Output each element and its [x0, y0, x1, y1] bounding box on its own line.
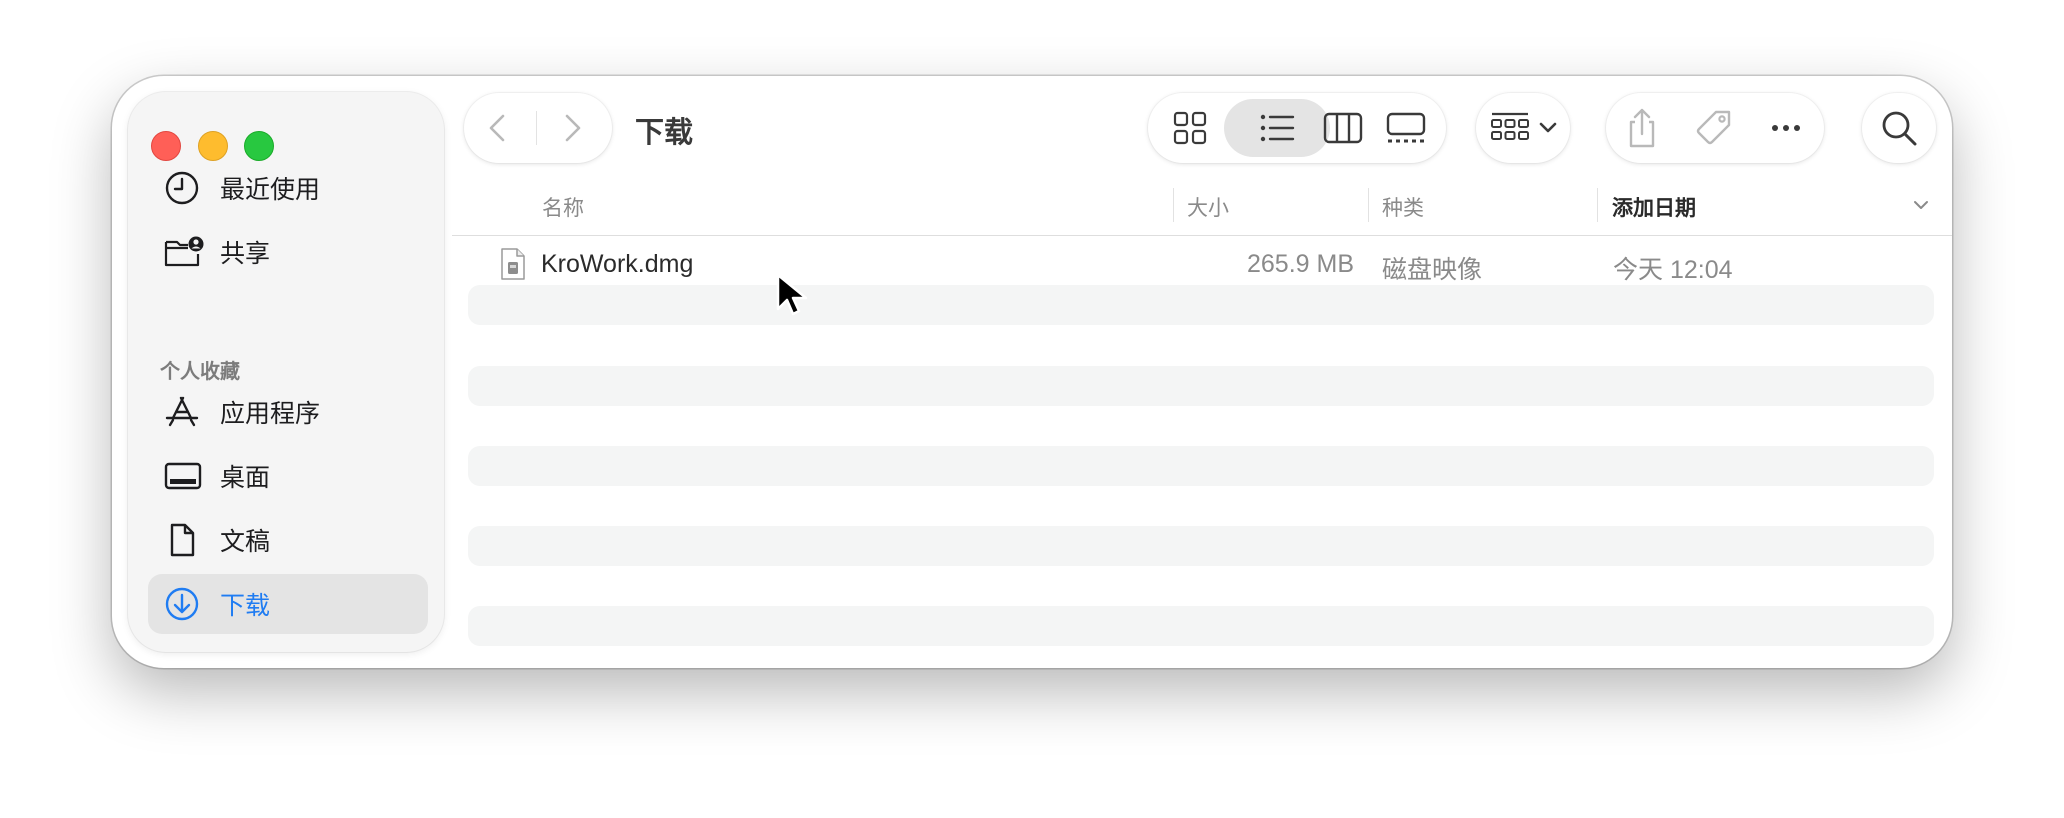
empty-row-stripe: [468, 606, 1934, 646]
empty-row-stripe: [468, 446, 1934, 486]
sidebar-item-shared[interactable]: 共享: [148, 222, 428, 282]
column-header-kind[interactable]: 种类: [1382, 192, 1424, 222]
shared-folder-icon: [164, 236, 204, 267]
sidebar-item-downloads[interactable]: 下载: [148, 574, 428, 634]
list-view-icon[interactable]: [1255, 106, 1299, 150]
close-button[interactable]: [151, 131, 181, 161]
sidebar-item-desktop[interactable]: 桌面: [148, 446, 428, 506]
column-header-date-added[interactable]: 添加日期: [1612, 192, 1696, 222]
tag-icon[interactable]: [1692, 106, 1736, 150]
empty-row-stripe: [468, 366, 1934, 406]
empty-row-stripe: [468, 526, 1934, 566]
sidebar-item-documents[interactable]: 文稿: [148, 510, 428, 570]
sidebar-item-label: 桌面: [220, 464, 271, 492]
column-divider[interactable]: [1597, 188, 1598, 222]
sidebar-item-label: 最近使用: [220, 176, 321, 204]
forward-icon[interactable]: [553, 110, 589, 146]
sidebar-section-favorites: 个人收藏: [160, 361, 240, 383]
file-name: KroWork.dmg: [541, 250, 694, 278]
file-kind: 磁盘映像: [1382, 256, 1483, 284]
share-icon[interactable]: [1620, 106, 1664, 150]
actions-group: [1606, 93, 1824, 163]
mouse-pointer-icon: [776, 273, 808, 316]
group-icon: [1491, 112, 1529, 140]
search-icon: [1882, 111, 1917, 146]
navigation-group: [464, 93, 612, 163]
sidebar-item-label: 应用程序: [220, 400, 321, 428]
header-divider: [452, 235, 1952, 236]
zoom-button[interactable]: [244, 131, 274, 161]
icon-view-icon[interactable]: [1168, 106, 1212, 150]
sidebar-item-applications[interactable]: 应用程序: [148, 382, 428, 442]
sidebar-item-label: 共享: [220, 240, 271, 268]
sidebar-item-label: 下载: [220, 592, 271, 620]
sidebar: 最近使用 共享 个人收藏 应用程序 桌面 文稿 下载: [128, 92, 444, 652]
more-icon[interactable]: [1764, 106, 1808, 150]
disk-image-icon: [501, 248, 525, 280]
divider: [536, 111, 537, 145]
column-header-size[interactable]: 大小: [1187, 192, 1229, 222]
sort-descending-icon[interactable]: [1912, 198, 1930, 212]
column-divider[interactable]: [1368, 188, 1369, 222]
file-date-added: 今天 12:04: [1613, 256, 1733, 284]
document-icon: [170, 523, 195, 557]
group-by-button[interactable]: [1476, 93, 1570, 163]
sidebar-item-recents[interactable]: 最近使用: [148, 158, 428, 218]
minimize-button[interactable]: [198, 131, 228, 161]
window-title: 下载: [635, 117, 694, 149]
back-icon[interactable]: [481, 110, 517, 146]
gallery-view-icon[interactable]: [1384, 106, 1428, 150]
download-icon: [165, 587, 199, 621]
view-mode-group: [1148, 93, 1446, 163]
applications-icon: [165, 396, 199, 427]
column-divider[interactable]: [1173, 188, 1174, 222]
finder-window: 最近使用 共享 个人收藏 应用程序 桌面 文稿 下载 下载 名称 大小 种类 添…: [112, 76, 1952, 668]
column-view-icon[interactable]: [1321, 106, 1365, 150]
empty-row-stripe: [468, 285, 1934, 325]
sidebar-item-label: 文稿: [220, 528, 271, 556]
desktop-icon: [164, 462, 202, 490]
chevron-down-icon: [1539, 122, 1557, 133]
clock-icon: [165, 171, 199, 205]
search-button[interactable]: [1862, 93, 1936, 163]
file-size: 265.9 MB: [1246, 250, 1354, 278]
column-header-name[interactable]: 名称: [542, 192, 584, 222]
